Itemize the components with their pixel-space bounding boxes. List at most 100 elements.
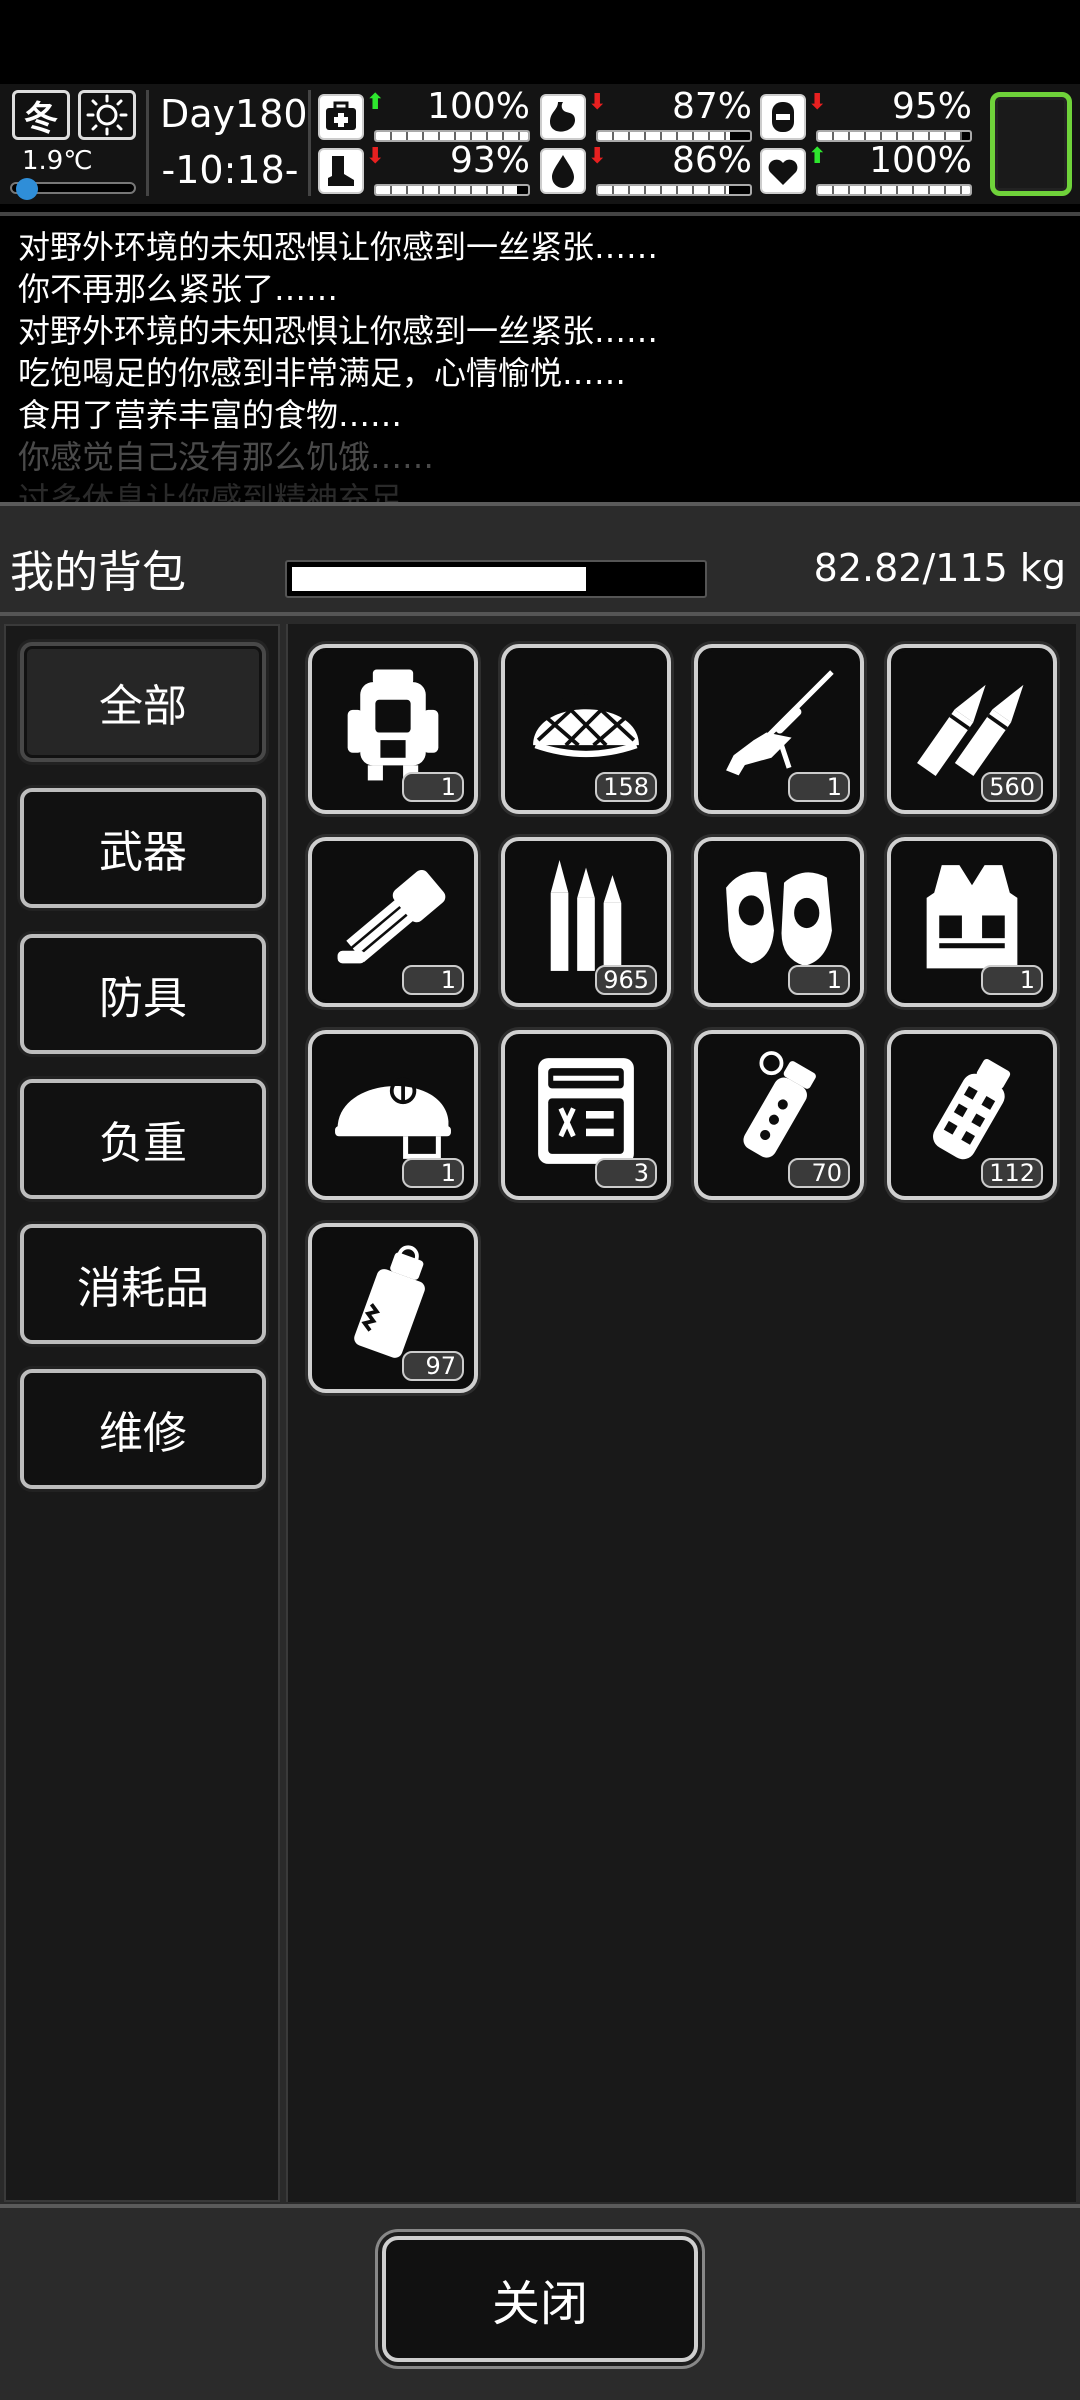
backpack-panel: 我的背包 82.82/115 kg 全部 武器 防具 负重 消耗品 维修 1 1…: [0, 502, 1080, 2400]
item-count: 158: [595, 772, 657, 802]
item-count: 1: [788, 772, 850, 802]
status-bar: 冬 1.9℃ Day180 -10:18- ⬆ 100% ⬇ 87% ⬇ 95%…: [0, 84, 1080, 204]
weight-bar-fill: [292, 567, 586, 591]
message-log: 对野外环境的未知恐惧让你感到一丝紧张…… 你不再那么紧张了…… 对野外环境的未知…: [0, 212, 1080, 502]
item-slot[interactable]: 112: [887, 1030, 1057, 1200]
item-grid: 1 158 1 560 1 965 1 1 1 3 70 112 97: [286, 624, 1076, 2202]
stat-thirst: ⬇ 86%: [540, 140, 752, 196]
category-all-button[interactable]: 全部: [20, 642, 266, 762]
log-line: 食用了营养丰富的食物……: [18, 396, 403, 434]
divider: [146, 90, 149, 196]
item-count: 1: [402, 772, 464, 802]
stat-health: ⬆ 100%: [318, 86, 530, 142]
game-time: -10:18-: [161, 148, 299, 192]
heart-bar: [816, 184, 972, 196]
thirst-bar: [596, 184, 752, 196]
category-consumables-button[interactable]: 消耗品: [20, 1224, 266, 1344]
item-slot[interactable]: 97: [308, 1223, 478, 1393]
item-count: 560: [981, 772, 1043, 802]
log-line: 对野外环境的未知恐惧让你感到一丝紧张……: [18, 312, 659, 350]
item-slot[interactable]: 70: [694, 1030, 864, 1200]
boot-icon: [318, 148, 364, 194]
day-counter: Day180: [160, 92, 308, 136]
stat-stamina: ⬇ 93%: [318, 140, 530, 196]
log-line: 你感觉自己没有那么饥饿……: [18, 438, 435, 476]
hunger-value: 87%: [671, 86, 752, 127]
backpack-footer: 关闭: [0, 2204, 1080, 2400]
sniper-rifle-icon: [726, 670, 834, 776]
log-line: 过多休息让你感到精神充足: [18, 480, 403, 502]
item-slot[interactable]: 1: [308, 837, 478, 1007]
knee-pads-icon: [726, 871, 832, 966]
stat-mood: ⬇ 95%: [760, 86, 972, 142]
item-slot[interactable]: 965: [501, 837, 671, 1007]
item-slot[interactable]: 1: [308, 1030, 478, 1200]
rifle-bullets-icon: [917, 684, 1024, 776]
category-load-button[interactable]: 负重: [20, 1079, 266, 1199]
backpack-header: 我的背包 82.82/115 kg: [0, 506, 1080, 616]
water-drop-icon: [540, 148, 586, 194]
item-slot[interactable]: 1: [694, 644, 864, 814]
trend-down-icon: ⬇: [366, 144, 385, 169]
trend-down-icon: ⬇: [588, 144, 607, 169]
season-label: 冬: [24, 98, 58, 139]
item-slot[interactable]: 1: [694, 837, 864, 1007]
equipped-slot[interactable]: [990, 92, 1072, 196]
trend-up-icon: ⬆: [366, 90, 385, 115]
item-count: 965: [595, 965, 657, 995]
item-count: 1: [402, 965, 464, 995]
trend-down-icon: ⬇: [588, 90, 607, 115]
close-button[interactable]: 关闭: [382, 2236, 698, 2362]
ammo-rounds-icon: [550, 860, 622, 971]
medkit-icon: [318, 94, 364, 140]
category-sidebar: 全部 武器 防具 负重 消耗品 维修: [4, 624, 280, 2202]
temperature-label: 1.9℃: [22, 146, 93, 176]
divider: [308, 90, 311, 196]
stat-hunger: ⬇ 87%: [540, 86, 752, 142]
item-count: 70: [788, 1158, 850, 1188]
frag-grenade-icon: [933, 1058, 1011, 1160]
mask-icon: [760, 94, 806, 140]
temperature-knob: [16, 178, 38, 200]
weight-bar: [285, 560, 707, 598]
thirst-value: 86%: [671, 140, 752, 181]
season-indicator: 冬: [12, 90, 70, 140]
log-line: 对野外环境的未知恐惧让你感到一丝紧张……: [18, 228, 659, 266]
stamina-bar: [374, 184, 530, 196]
category-repair-button[interactable]: 维修: [20, 1369, 266, 1489]
item-count: 97: [402, 1351, 464, 1381]
sun-icon: [78, 90, 136, 140]
trend-up-icon: ⬆: [808, 144, 827, 169]
item-count: 1: [981, 965, 1043, 995]
item-count: 3: [595, 1158, 657, 1188]
item-slot[interactable]: 1: [308, 644, 478, 814]
item-count: 112: [981, 1158, 1043, 1188]
log-line: 吃饱喝足的你感到非常满足，心情愉悦……: [18, 354, 627, 392]
item-slot[interactable]: 158: [501, 644, 671, 814]
smoke-grenade-icon: [354, 1245, 425, 1358]
stomach-icon: [540, 94, 586, 140]
combat-helmet-icon: [335, 1077, 451, 1159]
tactical-vest-icon: [926, 865, 1018, 969]
heart-icon: [760, 148, 806, 194]
stamina-value: 93%: [449, 140, 530, 181]
stun-grenade-icon: [743, 1051, 816, 1158]
trend-down-icon: ⬇: [808, 90, 827, 115]
camo-net-helmet-icon: [533, 694, 639, 758]
item-slot[interactable]: 1: [887, 837, 1057, 1007]
minigun-icon: [337, 870, 446, 964]
category-armor-button[interactable]: 防具: [20, 934, 266, 1054]
item-count: 1: [788, 965, 850, 995]
backpack-icon: [347, 669, 439, 781]
item-count: 1: [402, 1158, 464, 1188]
toolkit-icon: [538, 1058, 634, 1164]
heart-value: 100%: [869, 140, 972, 181]
mood-value: 95%: [891, 86, 972, 127]
log-line: 你不再那么紧张了……: [18, 270, 339, 308]
category-weapons-button[interactable]: 武器: [20, 788, 266, 908]
weight-text: 82.82/115 kg: [813, 546, 1066, 590]
item-slot[interactable]: 560: [887, 644, 1057, 814]
backpack-title: 我的背包: [10, 547, 186, 598]
health-value: 100%: [427, 86, 530, 127]
item-slot[interactable]: 3: [501, 1030, 671, 1200]
